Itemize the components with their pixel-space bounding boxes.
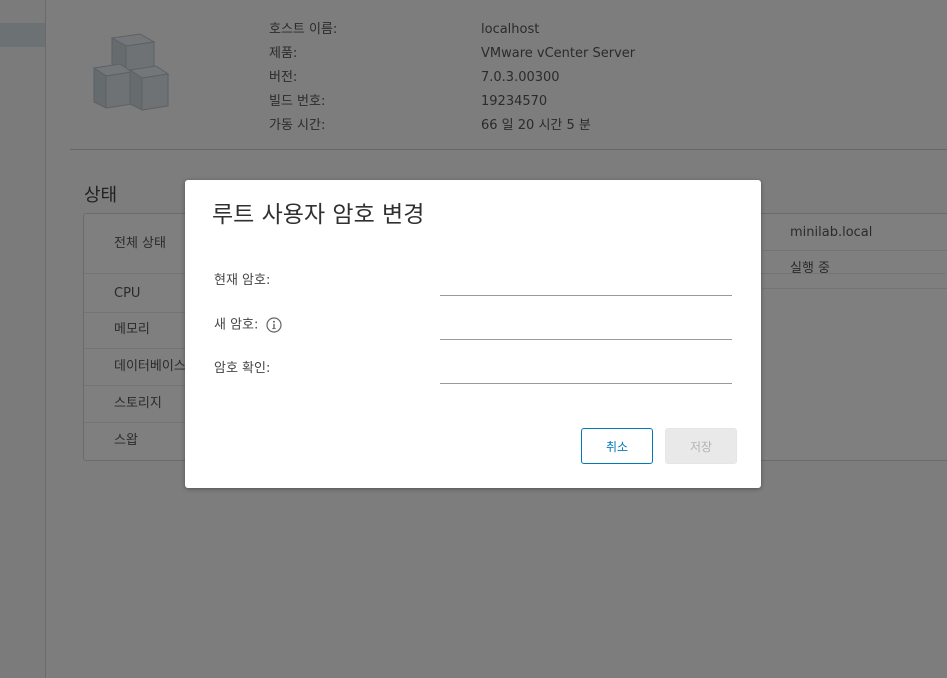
new-password-input[interactable] (440, 317, 732, 340)
info-circle-icon[interactable] (266, 317, 283, 333)
confirm-password-label: 암호 확인: (214, 361, 271, 376)
current-password-label: 현재 암호: (214, 273, 271, 288)
new-password-label-group: 새 암호: (214, 317, 283, 334)
cancel-button[interactable]: 취소 (581, 428, 653, 464)
dialog-title: 루트 사용자 암호 변경 (212, 202, 425, 228)
new-password-label: 새 암호: (214, 317, 259, 333)
confirm-password-input[interactable] (440, 361, 732, 384)
save-button[interactable]: 저장 (665, 428, 737, 464)
current-password-input[interactable] (440, 273, 732, 296)
change-root-password-dialog: 루트 사용자 암호 변경 현재 암호: 새 암호: 암호 확인: 취소 저장 (185, 180, 761, 488)
